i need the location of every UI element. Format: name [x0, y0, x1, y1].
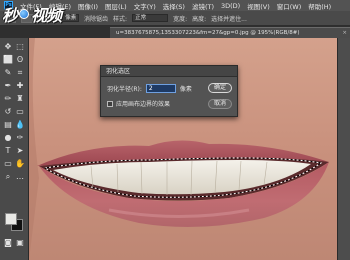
dialog-title: 羽化选区 — [101, 66, 237, 77]
antialias-label[interactable]: 消除锯齿 — [84, 14, 108, 23]
feather-radius-input[interactable]: 2 — [145, 84, 176, 93]
hand-tool-icon[interactable]: ✋ — [15, 159, 25, 169]
feather-unit-label: 像素 — [179, 86, 192, 93]
crop-tool-icon[interactable]: ⌗ — [15, 68, 25, 78]
watermark-ball-icon — [19, 9, 30, 19]
brush-tool-icon[interactable]: ✏ — [3, 94, 13, 104]
menu-image[interactable]: 图像(I) — [78, 1, 98, 11]
width-label: 宽度: — [173, 15, 188, 23]
history-brush-tool-icon[interactable]: ↺ — [3, 107, 13, 117]
artboard-tool-icon[interactable]: ⬚ — [15, 42, 25, 52]
watermark-logo: 秒 视频 — [2, 1, 62, 27]
cancel-button[interactable]: 取消 — [208, 99, 232, 109]
shape-tool-icon[interactable]: ▭ — [3, 159, 13, 169]
apply-canvas-bounds-label[interactable]: 应用画布边界的效果 — [116, 99, 170, 108]
ok-button[interactable]: 确定 — [208, 83, 232, 93]
type-tool-icon[interactable]: T — [3, 146, 13, 156]
apply-canvas-bounds-checkbox[interactable] — [107, 100, 113, 107]
pen-tool-icon[interactable]: ✑ — [15, 133, 25, 143]
dodge-tool-icon[interactable]: ● — [3, 133, 13, 143]
height-label: 高度: — [192, 15, 207, 23]
watermark-text-right: 视频 — [31, 6, 62, 25]
tools-panel: ✥ ⬚ ⬜ ʘ ✎ ⌗ ✒ ✚ ✏ ♜ ↺ ▭ ▤ 💧 ● ✑ T ➤ ▭ ✋ … — [0, 38, 29, 260]
eyedropper-tool-icon[interactable]: ✒ — [3, 81, 13, 91]
quick-select-tool-icon[interactable]: ✎ — [3, 68, 13, 78]
style-dropdown[interactable]: 正常 — [132, 14, 169, 22]
path-select-tool-icon[interactable]: ➤ — [15, 146, 25, 156]
menu-layer[interactable]: 图层(L) — [105, 1, 127, 11]
style-label: 样式: — [113, 15, 128, 23]
menu-select[interactable]: 选择(S) — [163, 1, 185, 11]
more-tools-icon[interactable]: … — [15, 172, 25, 182]
menu-view[interactable]: 视图(V) — [247, 1, 270, 11]
feather-radius-row: 羽化半径(R): 2 像素 — [107, 84, 192, 93]
gradient-tool-icon[interactable]: ▤ — [3, 120, 13, 130]
screen-mode-icon[interactable]: ▣ — [15, 238, 25, 248]
menu-help[interactable]: 帮助(H) — [308, 1, 331, 11]
zoom-tool-icon[interactable]: ⌕ — [3, 172, 13, 182]
blur-tool-icon[interactable]: 💧 — [15, 120, 25, 130]
right-panel-strip — [337, 38, 350, 260]
document-tab-strip: u=3837675875,1353307223&fm=27&gp=0.jpg @… — [0, 26, 350, 38]
quick-mask-icon[interactable]: ◙ — [3, 238, 13, 248]
feather-radius-label: 羽化半径(R): — [107, 86, 142, 93]
marquee-tool-icon[interactable]: ⬜ — [3, 55, 13, 65]
document-tab[interactable]: u=3837675875,1353307223&fm=27&gp=0.jpg @… — [110, 27, 350, 38]
document-tab-title: u=3837675875,1353307223&fm=27&gp=0.jpg @… — [116, 30, 300, 36]
eraser-tool-icon[interactable]: ▭ — [15, 107, 25, 117]
feather-selection-dialog: 羽化选区 羽化半径(R): 2 像素 应用画布边界的效果 确定 取消 — [100, 65, 238, 117]
move-tool-icon[interactable]: ✥ — [3, 42, 13, 52]
menu-filter[interactable]: 滤镜(T) — [192, 1, 214, 11]
healing-brush-tool-icon[interactable]: ✚ — [15, 81, 25, 91]
menu-window[interactable]: 窗口(W) — [277, 1, 302, 11]
watermark-text-left: 秒 — [2, 6, 18, 25]
menu-type[interactable]: 文字(Y) — [134, 1, 156, 11]
apply-canvas-bounds-row[interactable]: 应用画布边界的效果 — [107, 99, 170, 108]
close-tab-icon[interactable]: × — [342, 28, 347, 38]
menu-3d[interactable]: 3D(D) — [221, 2, 240, 10]
foreground-color-swatch[interactable] — [5, 213, 17, 225]
clone-stamp-tool-icon[interactable]: ♜ — [15, 94, 25, 104]
lasso-tool-icon[interactable]: ʘ — [15, 55, 25, 65]
select-and-mask-button[interactable]: 选择并遮住... — [211, 14, 247, 23]
